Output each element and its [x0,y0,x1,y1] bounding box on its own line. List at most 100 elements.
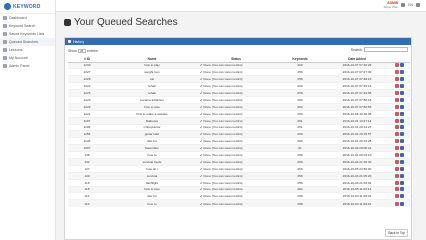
app-logo[interactable]: KEYWORD [0,0,55,14]
language-selector[interactable]: EN [408,3,413,7]
view-button[interactable] [399,139,404,144]
delete-button[interactable] [394,139,399,144]
view-button[interactable] [399,187,404,192]
cell-name: rehab [106,82,198,90]
view-button[interactable] [399,104,404,109]
view-button[interactable] [399,153,404,158]
status-text: Done [You can view metrics] [203,125,243,130]
delete-button[interactable] [394,104,399,109]
view-button[interactable] [399,84,404,89]
delete-button[interactable] [394,63,399,68]
cell-keywords: 260 [274,137,326,145]
avatar[interactable] [401,3,406,8]
delete-button[interactable] [394,118,399,123]
status-text: Done [You can view metrics] [203,84,243,89]
delete-button[interactable] [394,166,399,171]
cell-name: flashlight [106,178,198,187]
cell-date: 2016-10-03 21:36:02 [326,178,388,187]
view-button[interactable] [399,180,404,185]
sidebar-item-admin-panel[interactable]: Admin Panel [0,62,55,70]
cell-date: 2016-10-01 20:12:27 [326,123,388,131]
cell-id: 115 [68,185,106,193]
cell-id: 1155 [68,130,106,138]
view-button[interactable] [399,63,404,68]
status-text: Done [You can view metrics] [203,104,243,109]
sidebar-item-queued-searches[interactable]: Queued Searches [0,38,55,46]
sidebar-item-saved-lists[interactable]: Saved Keywords Lists [0,30,55,38]
status-text: Done [You can view metrics] [203,139,243,144]
delete-button[interactable] [394,111,399,116]
sidebar-item-my-account[interactable]: My Account [0,54,55,62]
delete-button[interactable] [394,91,399,95]
cell-keywords: 264 [274,185,326,193]
delete-button[interactable] [394,132,399,137]
cell-name: how to make a website [106,109,198,118]
table-row: 120 survival ✔ Done [You can view metrics]… [68,171,410,180]
cell-keywords: 258 [274,68,326,76]
view-button[interactable] [399,132,404,137]
cell-date: 2016-10-07 07:48:16 [326,75,388,83]
view-button[interactable] [399,70,404,75]
sidebar-item-dashboard[interactable]: Dashboard [0,14,55,22]
cell-actions [388,199,410,207]
panel-title: History [73,39,85,44]
view-button[interactable] [399,173,404,178]
cell-date: 2016-10-03 21:05:20 [326,171,388,180]
cell-status: ✔ Done [You can view metrics] [198,82,274,90]
cell-date: 2016-10-05 22:56:00 [326,164,388,173]
delete-button[interactable] [394,201,399,206]
cell-date: 2016-10-01 20:15:28 [326,137,388,145]
cell-status: ✔ Done [You can view metrics] [198,199,274,207]
entries-select[interactable]: 25 [78,49,86,53]
view-button[interactable] [399,97,404,102]
delete-button[interactable] [394,159,399,164]
delete-button[interactable] [394,180,399,185]
delete-button[interactable] [394,194,399,199]
view-button[interactable] [399,118,404,123]
view-button[interactable] [399,91,404,95]
sidebar-item-keyword-search[interactable]: Keyword Search [0,22,55,30]
cell-actions [388,130,410,138]
account-menu[interactable]: ADMIN Super Plan [383,1,398,9]
view-button[interactable] [399,201,404,206]
dashboard-icon [64,19,71,26]
delete-button[interactable] [394,187,399,192]
cell-id: 136 [68,151,106,159]
cell-name: Chiropractor [106,123,198,131]
sidebar-item-label: Saved Keywords Lists [9,32,45,36]
settings-icon[interactable] [416,3,420,8]
cell-date: 2016-10-07 07:47:30 [326,68,388,76]
cell-id: 1148 [68,137,106,145]
delete-button[interactable] [394,97,399,102]
table-row: 118 flashlight ✔ Done [You can view metric… [68,178,410,187]
view-button[interactable] [399,146,404,151]
table-row: 136 how to ✔ Done [You can view metrics] 25… [68,151,410,159]
status-text: Done [You can view metrics] [203,201,243,206]
view-button[interactable] [399,194,404,199]
delete-button[interactable] [394,77,399,82]
delete-button[interactable] [394,125,399,130]
search-input[interactable] [364,47,408,52]
cell-keywords: 260 [274,95,326,104]
view-button[interactable] [399,125,404,130]
view-button[interactable] [399,159,404,164]
delete-button[interactable] [394,146,399,151]
sidebar-item-lessons[interactable]: Lessons [0,46,55,54]
cell-id: 1222 [68,102,106,111]
status-text: Done [You can view metrics] [203,77,243,82]
cell-keywords: 259 [274,157,326,166]
back-to-top-button[interactable]: Back to Top [385,229,408,237]
cell-status: ✔ Done [You can view metrics] [198,171,274,180]
delete-button[interactable] [394,153,399,158]
view-button[interactable] [399,77,404,82]
view-button[interactable] [399,166,404,171]
cell-date: 2016-10-07 07:49:16 [326,82,388,90]
delete-button[interactable] [394,84,399,89]
view-button[interactable] [399,111,404,116]
cell-id: 1223 [68,95,106,104]
delete-button[interactable] [394,173,399,178]
cell-keywords: 259 [274,164,326,173]
delete-button[interactable] [394,70,399,75]
status-text: Done [You can view metrics] [203,166,243,171]
queued-searches-table: # ID Name Status Keywords Date Added 123… [68,56,410,207]
